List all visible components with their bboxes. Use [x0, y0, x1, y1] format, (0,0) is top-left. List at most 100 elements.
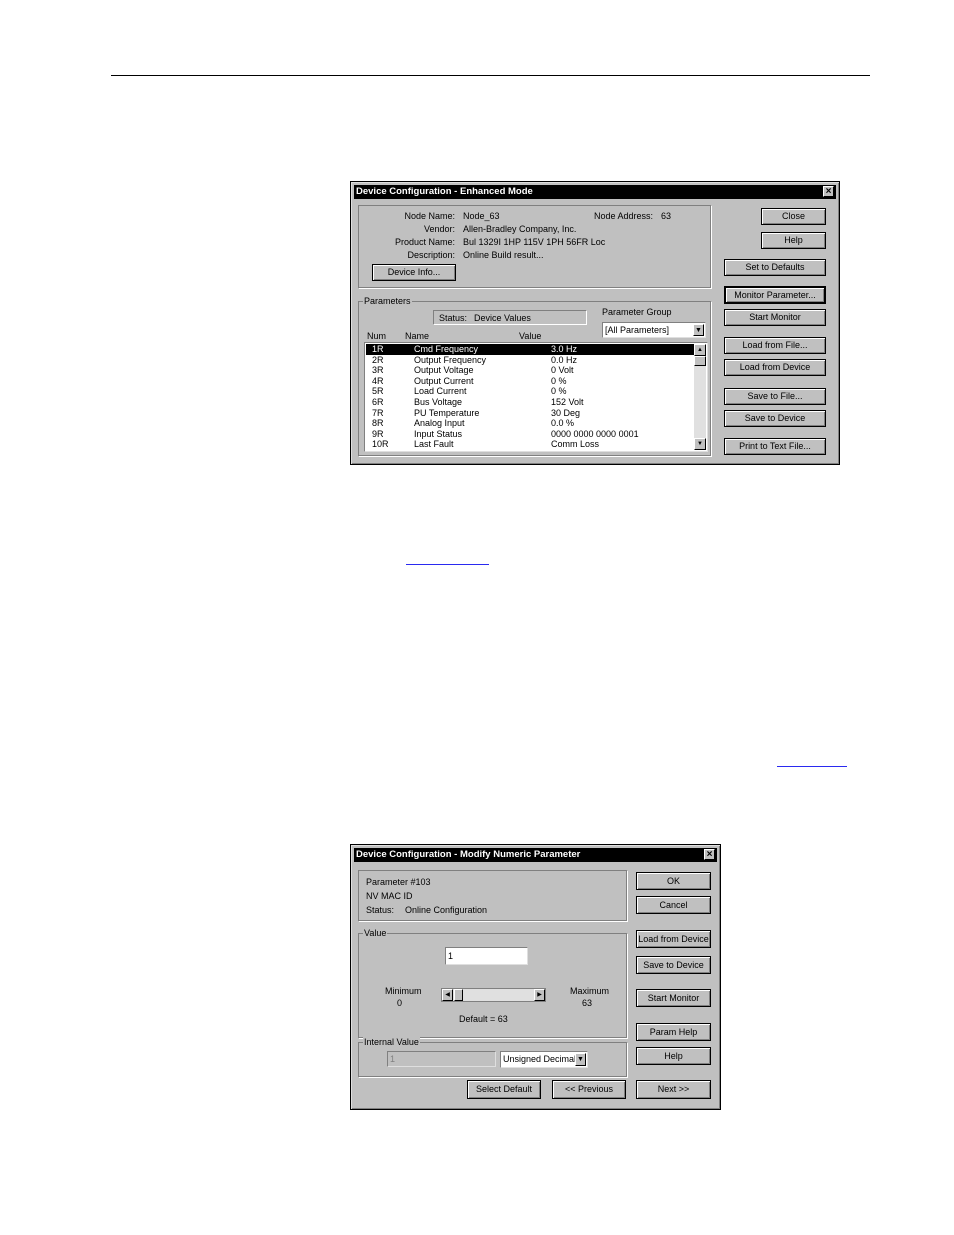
internal-value-panel: Internal Value 1 Unsigned Decimal ▼ [358, 1037, 627, 1077]
cross-reference-link[interactable] [406, 564, 489, 565]
cell-name: Analog Input [414, 418, 465, 429]
save-to-file-button[interactable]: Save to File... [724, 388, 826, 405]
value-panel: Value 1 Minimum 0 Maximum 63 ◀ ▶ Default… [358, 928, 627, 1038]
close-icon[interactable]: × [823, 186, 834, 197]
scroll-thumb[interactable] [694, 356, 706, 366]
start-monitor-button[interactable]: Start Monitor [636, 989, 711, 1007]
default-value-text: Default = 63 [459, 1014, 508, 1024]
cell-num: 9R [372, 428, 384, 439]
close-icon[interactable]: × [704, 849, 715, 860]
print-to-text-file-button[interactable]: Print to Text File... [724, 438, 826, 455]
parameters-group-label: Parameters [363, 296, 412, 306]
cell-value: 30 Deg [551, 407, 581, 418]
dialog-title: Device Configuration - Modify Numeric Pa… [356, 849, 581, 860]
table-row[interactable]: 10R Last Fault Comm Loss [366, 439, 694, 450]
cell-name: Bus Voltage [414, 397, 463, 407]
load-from-device-button[interactable]: Load from Device [636, 930, 711, 948]
description-label: Description: [407, 250, 455, 260]
chevron-down-icon[interactable]: ▼ [575, 1053, 586, 1066]
save-to-device-button[interactable]: Save to Device [724, 410, 826, 427]
parameter-name: NV MAC ID [366, 891, 413, 901]
table-row[interactable]: 1R Cmd Frequency 3.0 Hz [366, 344, 694, 355]
cell-name: Cmd Frequency [414, 344, 479, 354]
minimum-value: 0 [397, 998, 403, 1008]
scroll-down-icon[interactable]: ▼ [694, 438, 706, 450]
maximum-value: 63 [582, 998, 593, 1008]
load-from-file-button[interactable]: Load from File... [724, 337, 826, 354]
parameter-group-label: Parameter Group [602, 307, 672, 317]
help-button[interactable]: Help [636, 1047, 711, 1065]
cell-num: 2R [372, 354, 384, 365]
product-name-label: Product Name: [394, 237, 455, 247]
cell-value: 3.0 Hz [551, 344, 578, 354]
node-address-value: 63 [661, 211, 672, 221]
cell-num: 5R [372, 386, 384, 397]
parameter-number: Parameter #103 [366, 877, 431, 887]
cell-value: Comm Loss [551, 439, 600, 450]
node-name-value: Node_63 [463, 211, 500, 221]
chevron-down-icon[interactable]: ▼ [693, 324, 704, 336]
table-row[interactable]: 5R Load Current 0 % [366, 386, 694, 397]
dialog-title-bar: Device Configuration - Enhanced Mode × [354, 185, 836, 199]
cell-num: 10R [372, 439, 389, 450]
previous-button[interactable]: << Previous [552, 1080, 626, 1099]
cell-num: 1R [372, 344, 384, 354]
select-default-button[interactable]: Select Default [467, 1080, 541, 1099]
modify-numeric-parameter-dialog: Device Configuration - Modify Numeric Pa… [350, 844, 721, 1110]
table-row[interactable]: 4R Output Current 0 % [366, 376, 694, 387]
vendor-value: Allen-Bradley Company, Inc. [463, 224, 577, 234]
cell-name: Output Current [414, 375, 474, 386]
cell-value: 0000 0000 0000 0001 [551, 428, 639, 439]
cell-name: PU Temperature [414, 407, 480, 418]
close-button[interactable]: Close [761, 208, 826, 225]
set-defaults-button[interactable]: Set to Defaults [724, 259, 826, 276]
device-info-button[interactable]: Device Info... [372, 264, 456, 281]
parameter-list[interactable]: 1R Cmd Frequency 3.0 Hz 2R Output Frequency 0… [364, 342, 708, 452]
table-row[interactable]: 9R Input Status 0000 0000 0000 0001 [366, 429, 694, 440]
status-value: Device Values [474, 313, 531, 323]
cell-name: Input Status [414, 428, 463, 439]
ok-button[interactable]: OK [636, 872, 711, 890]
table-row[interactable]: 6R Bus Voltage 152 Volt [366, 397, 694, 408]
slider-thumb[interactable] [454, 989, 464, 1001]
start-monitor-button[interactable]: Start Monitor [724, 309, 826, 326]
table-row[interactable]: 7R PU Temperature 30 Deg [366, 408, 694, 419]
load-from-device-button[interactable]: Load from Device [724, 359, 826, 376]
param-help-button[interactable]: Param Help [636, 1023, 711, 1041]
page-top-rule [111, 75, 870, 76]
parameter-group-dropdown[interactable]: [All Parameters] ▼ [602, 322, 706, 338]
scroll-up-icon[interactable]: ▲ [694, 344, 706, 356]
save-to-device-button[interactable]: Save to Device [636, 956, 711, 974]
table-row[interactable]: 3R Output Voltage 0 Volt [366, 365, 694, 376]
cell-value: 152 Volt [551, 397, 584, 407]
value-slider[interactable]: ◀ ▶ [441, 988, 546, 1002]
col-value-header: Value [519, 331, 542, 341]
internal-value-group-label: Internal Value [363, 1037, 420, 1047]
parameter-list-scrollbar[interactable]: ▲ ▼ [694, 344, 706, 450]
format-value: Unsigned Decimal [503, 1054, 577, 1064]
slider-left-icon[interactable]: ◀ [442, 989, 453, 1001]
slider-right-icon[interactable]: ▶ [534, 989, 545, 1001]
node-name-label: Node Name: [404, 211, 455, 221]
parameter-group-value: [All Parameters] [605, 325, 670, 335]
parameter-info-panel: Parameter #103 NV MAC ID Status: Online … [358, 870, 627, 921]
cross-reference-link[interactable] [777, 766, 847, 767]
cell-num: 6R [372, 397, 384, 407]
table-row[interactable]: 8R Analog Input 0.0 % [366, 418, 694, 429]
next-button[interactable]: Next >> [636, 1080, 711, 1099]
cell-value: 0 % [551, 375, 567, 386]
value-input[interactable]: 1 [445, 947, 528, 965]
cell-value: 0.0 Hz [551, 354, 578, 365]
cell-num: 4R [372, 375, 384, 386]
status-label: Status: [439, 313, 468, 323]
monitor-parameter-button[interactable]: Monitor Parameter... [724, 286, 826, 304]
col-name-header: Name [405, 331, 430, 341]
cell-name: Last Fault [414, 439, 454, 450]
status-value: Online Configuration [405, 905, 488, 915]
format-dropdown[interactable]: Unsigned Decimal ▼ [500, 1051, 588, 1068]
table-row[interactable]: 2R Output Frequency 0.0 Hz [366, 355, 694, 366]
parameters-panel: Parameters Status: Device Values Paramet… [358, 296, 711, 456]
cancel-button[interactable]: Cancel [636, 896, 711, 914]
help-button[interactable]: Help [761, 232, 826, 249]
cell-value: 0 Volt [551, 365, 574, 376]
